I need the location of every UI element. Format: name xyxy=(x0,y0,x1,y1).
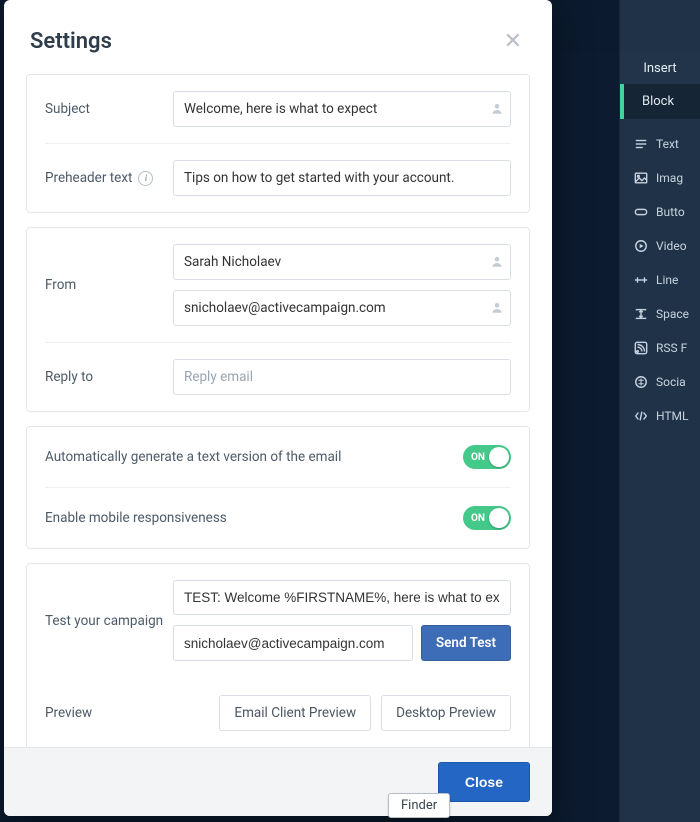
preview-label: Preview xyxy=(45,705,92,721)
sidebar-item-label: Text xyxy=(656,137,679,151)
desktop-preview-button[interactable]: Desktop Preview xyxy=(381,695,511,731)
close-button[interactable]: Close xyxy=(438,762,530,802)
close-icon[interactable]: ✕ xyxy=(500,24,526,58)
toggle-knob-icon xyxy=(489,447,509,467)
sidebar-item-image[interactable]: Imag xyxy=(620,161,700,195)
from-label: From xyxy=(45,277,173,293)
sidebar-item-video[interactable]: Video xyxy=(620,229,700,263)
background-strip xyxy=(560,52,620,822)
card-from: From Rep xyxy=(26,227,530,412)
sidebar-item-social[interactable]: Socia xyxy=(620,365,700,399)
modal-title: Settings xyxy=(30,29,112,54)
sidebar-item-label: HTML xyxy=(656,409,689,423)
test-email-input[interactable] xyxy=(173,625,413,661)
info-icon[interactable]: i xyxy=(138,171,153,186)
html-icon xyxy=(634,409,648,423)
sidebar-item-label: Line xyxy=(656,273,678,287)
replyto-label: Reply to xyxy=(45,369,173,385)
image-icon xyxy=(634,171,648,185)
send-test-button[interactable]: Send Test xyxy=(421,625,511,661)
from-name-input[interactable] xyxy=(173,244,511,280)
toggle-knob-icon xyxy=(489,508,509,528)
spacer-icon xyxy=(634,307,648,321)
sidebar-item-label: Socia xyxy=(656,375,686,389)
card-toggles: Automatically generate a text version of… xyxy=(26,426,530,549)
video-icon xyxy=(634,239,648,253)
replyto-input[interactable] xyxy=(173,359,511,395)
sidebar-item-button[interactable]: Butto xyxy=(620,195,700,229)
toggle-on-text: ON xyxy=(471,452,485,463)
sidebar-block-tab[interactable]: Block xyxy=(620,84,700,119)
sidebar-item-label: RSS F xyxy=(656,341,687,355)
auto-text-label: Automatically generate a text version of… xyxy=(45,449,341,465)
modal-body: Subject Preheader text i xyxy=(4,64,552,747)
settings-modal: Settings ✕ Subject Preheader text xyxy=(4,0,552,816)
sidebar-item-spacer[interactable]: Space xyxy=(620,297,700,331)
subject-label: Subject xyxy=(45,101,173,117)
subject-input[interactable] xyxy=(173,91,511,127)
modal-header: Settings ✕ xyxy=(4,0,552,64)
mobile-responsive-label: Enable mobile responsiveness xyxy=(45,510,227,526)
card-test: Test your campaign Send Test Preview Ema… xyxy=(26,563,530,747)
card-subject: Subject Preheader text i xyxy=(26,74,530,213)
from-email-input[interactable] xyxy=(173,290,511,326)
auto-text-toggle[interactable]: ON xyxy=(463,445,511,469)
sidebar-item-label: Space xyxy=(656,307,689,321)
finder-tooltip: Finder xyxy=(388,793,450,818)
sidebar-item-html[interactable]: HTML xyxy=(620,399,700,433)
sidebar-item-line[interactable]: Line xyxy=(620,263,700,297)
preheader-label: Preheader text i xyxy=(45,170,173,186)
toggle-on-text: ON xyxy=(471,513,485,524)
preheader-label-text: Preheader text xyxy=(45,170,132,186)
test-campaign-label: Test your campaign xyxy=(45,613,173,629)
line-icon xyxy=(634,273,648,287)
rss-icon xyxy=(634,341,648,355)
sidebar-item-label: Imag xyxy=(656,171,683,185)
sidebar-insert-label: Insert xyxy=(620,52,700,84)
mobile-responsive-toggle[interactable]: ON xyxy=(463,506,511,530)
email-client-preview-button[interactable]: Email Client Preview xyxy=(219,695,371,731)
blocks-sidebar: Insert Block Text Imag Butto Video Line … xyxy=(619,0,700,822)
sidebar-item-label: Video xyxy=(656,239,687,253)
sidebar-item-rss[interactable]: RSS F xyxy=(620,331,700,365)
social-icon xyxy=(634,375,648,389)
modal-footer: Close xyxy=(4,747,552,816)
preheader-input[interactable] xyxy=(173,160,511,196)
sidebar-item-label: Butto xyxy=(656,205,685,219)
sidebar-item-text[interactable]: Text xyxy=(620,127,700,161)
text-icon xyxy=(634,137,648,151)
test-subject-input[interactable] xyxy=(173,580,511,615)
button-icon xyxy=(634,205,648,219)
